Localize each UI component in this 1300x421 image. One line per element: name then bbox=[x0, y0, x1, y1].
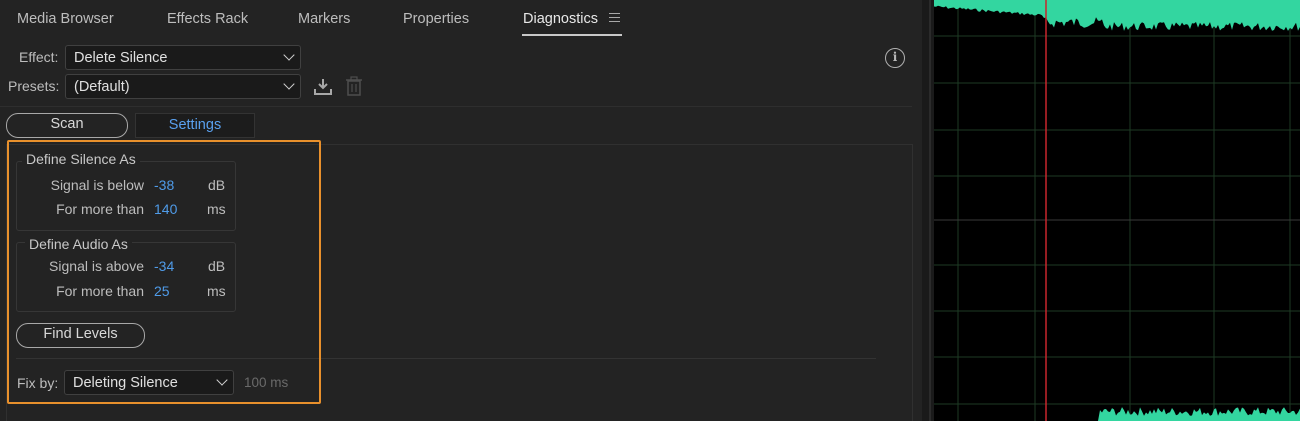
toolbar-separator bbox=[0, 106, 912, 107]
scan-button[interactable]: Scan bbox=[6, 113, 128, 138]
panel-menu-icon[interactable] bbox=[609, 13, 620, 23]
tab-media-browser[interactable]: Media Browser bbox=[17, 11, 114, 27]
effect-dropdown[interactable]: Delete Silence bbox=[65, 45, 301, 70]
save-preset-icon[interactable] bbox=[312, 77, 334, 97]
panel-divider[interactable] bbox=[922, 0, 934, 421]
tab-markers[interactable]: Markers bbox=[298, 11, 350, 27]
waveform-bottom-channel bbox=[934, 407, 1300, 421]
delete-preset-icon[interactable] bbox=[345, 76, 363, 97]
waveform-top-channel bbox=[934, 0, 1300, 31]
effect-label: Effect: bbox=[19, 49, 59, 65]
settings-button[interactable]: Settings bbox=[135, 113, 255, 138]
presets-dropdown-value: (Default) bbox=[74, 79, 130, 95]
presets-label: Presets: bbox=[8, 78, 60, 94]
active-tab-underline bbox=[522, 34, 622, 36]
info-icon[interactable]: i bbox=[885, 48, 905, 68]
tab-effects-rack[interactable]: Effects Rack bbox=[167, 11, 248, 27]
chevron-down-icon bbox=[283, 78, 295, 90]
panel-divider-line bbox=[929, 0, 931, 421]
settings-highlight-box bbox=[7, 140, 321, 404]
presets-dropdown[interactable]: (Default) bbox=[65, 74, 301, 99]
tab-properties[interactable]: Properties bbox=[403, 11, 469, 27]
waveform-editor[interactable] bbox=[934, 0, 1300, 421]
chevron-down-icon bbox=[283, 49, 295, 61]
tab-diagnostics[interactable]: Diagnostics bbox=[523, 11, 598, 27]
effects-panel: Media Browser Effects Rack Markers Prope… bbox=[0, 0, 922, 421]
panel-tab-bar: Media Browser Effects Rack Markers Prope… bbox=[0, 0, 922, 38]
effect-dropdown-value: Delete Silence bbox=[74, 50, 168, 66]
waveform-display bbox=[934, 0, 1300, 421]
